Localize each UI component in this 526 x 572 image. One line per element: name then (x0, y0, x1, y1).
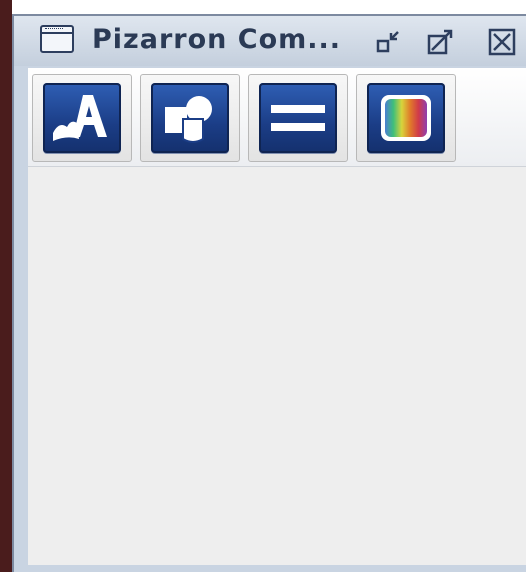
window-title: Pizarron Com... (92, 24, 342, 55)
screen: Pizarron Com... (0, 0, 526, 572)
shapes-tool-button[interactable] (140, 74, 240, 162)
maximize-button[interactable] (426, 28, 456, 56)
toolbar (28, 68, 526, 167)
color-palette-icon (367, 83, 445, 153)
title-bar[interactable]: Pizarron Com... (14, 16, 526, 66)
minimize-button[interactable] (374, 28, 404, 56)
text-draw-tool-button[interactable] (32, 74, 132, 162)
desktop-edge (0, 0, 12, 572)
canvas-area[interactable] (28, 167, 526, 565)
window-bottom-border (14, 565, 526, 572)
internal-frame-window: Pizarron Com... (12, 14, 526, 572)
lines-icon (259, 83, 337, 153)
color-palette-tool-button[interactable] (356, 74, 456, 162)
minimize-icon (376, 31, 399, 53)
maximize-icon (427, 29, 453, 55)
close-button[interactable] (488, 28, 518, 56)
window-icon (40, 25, 74, 53)
lines-tool-button[interactable] (248, 74, 348, 162)
shapes-icon (151, 83, 229, 153)
close-icon (488, 28, 516, 56)
text-draw-icon (43, 83, 121, 153)
